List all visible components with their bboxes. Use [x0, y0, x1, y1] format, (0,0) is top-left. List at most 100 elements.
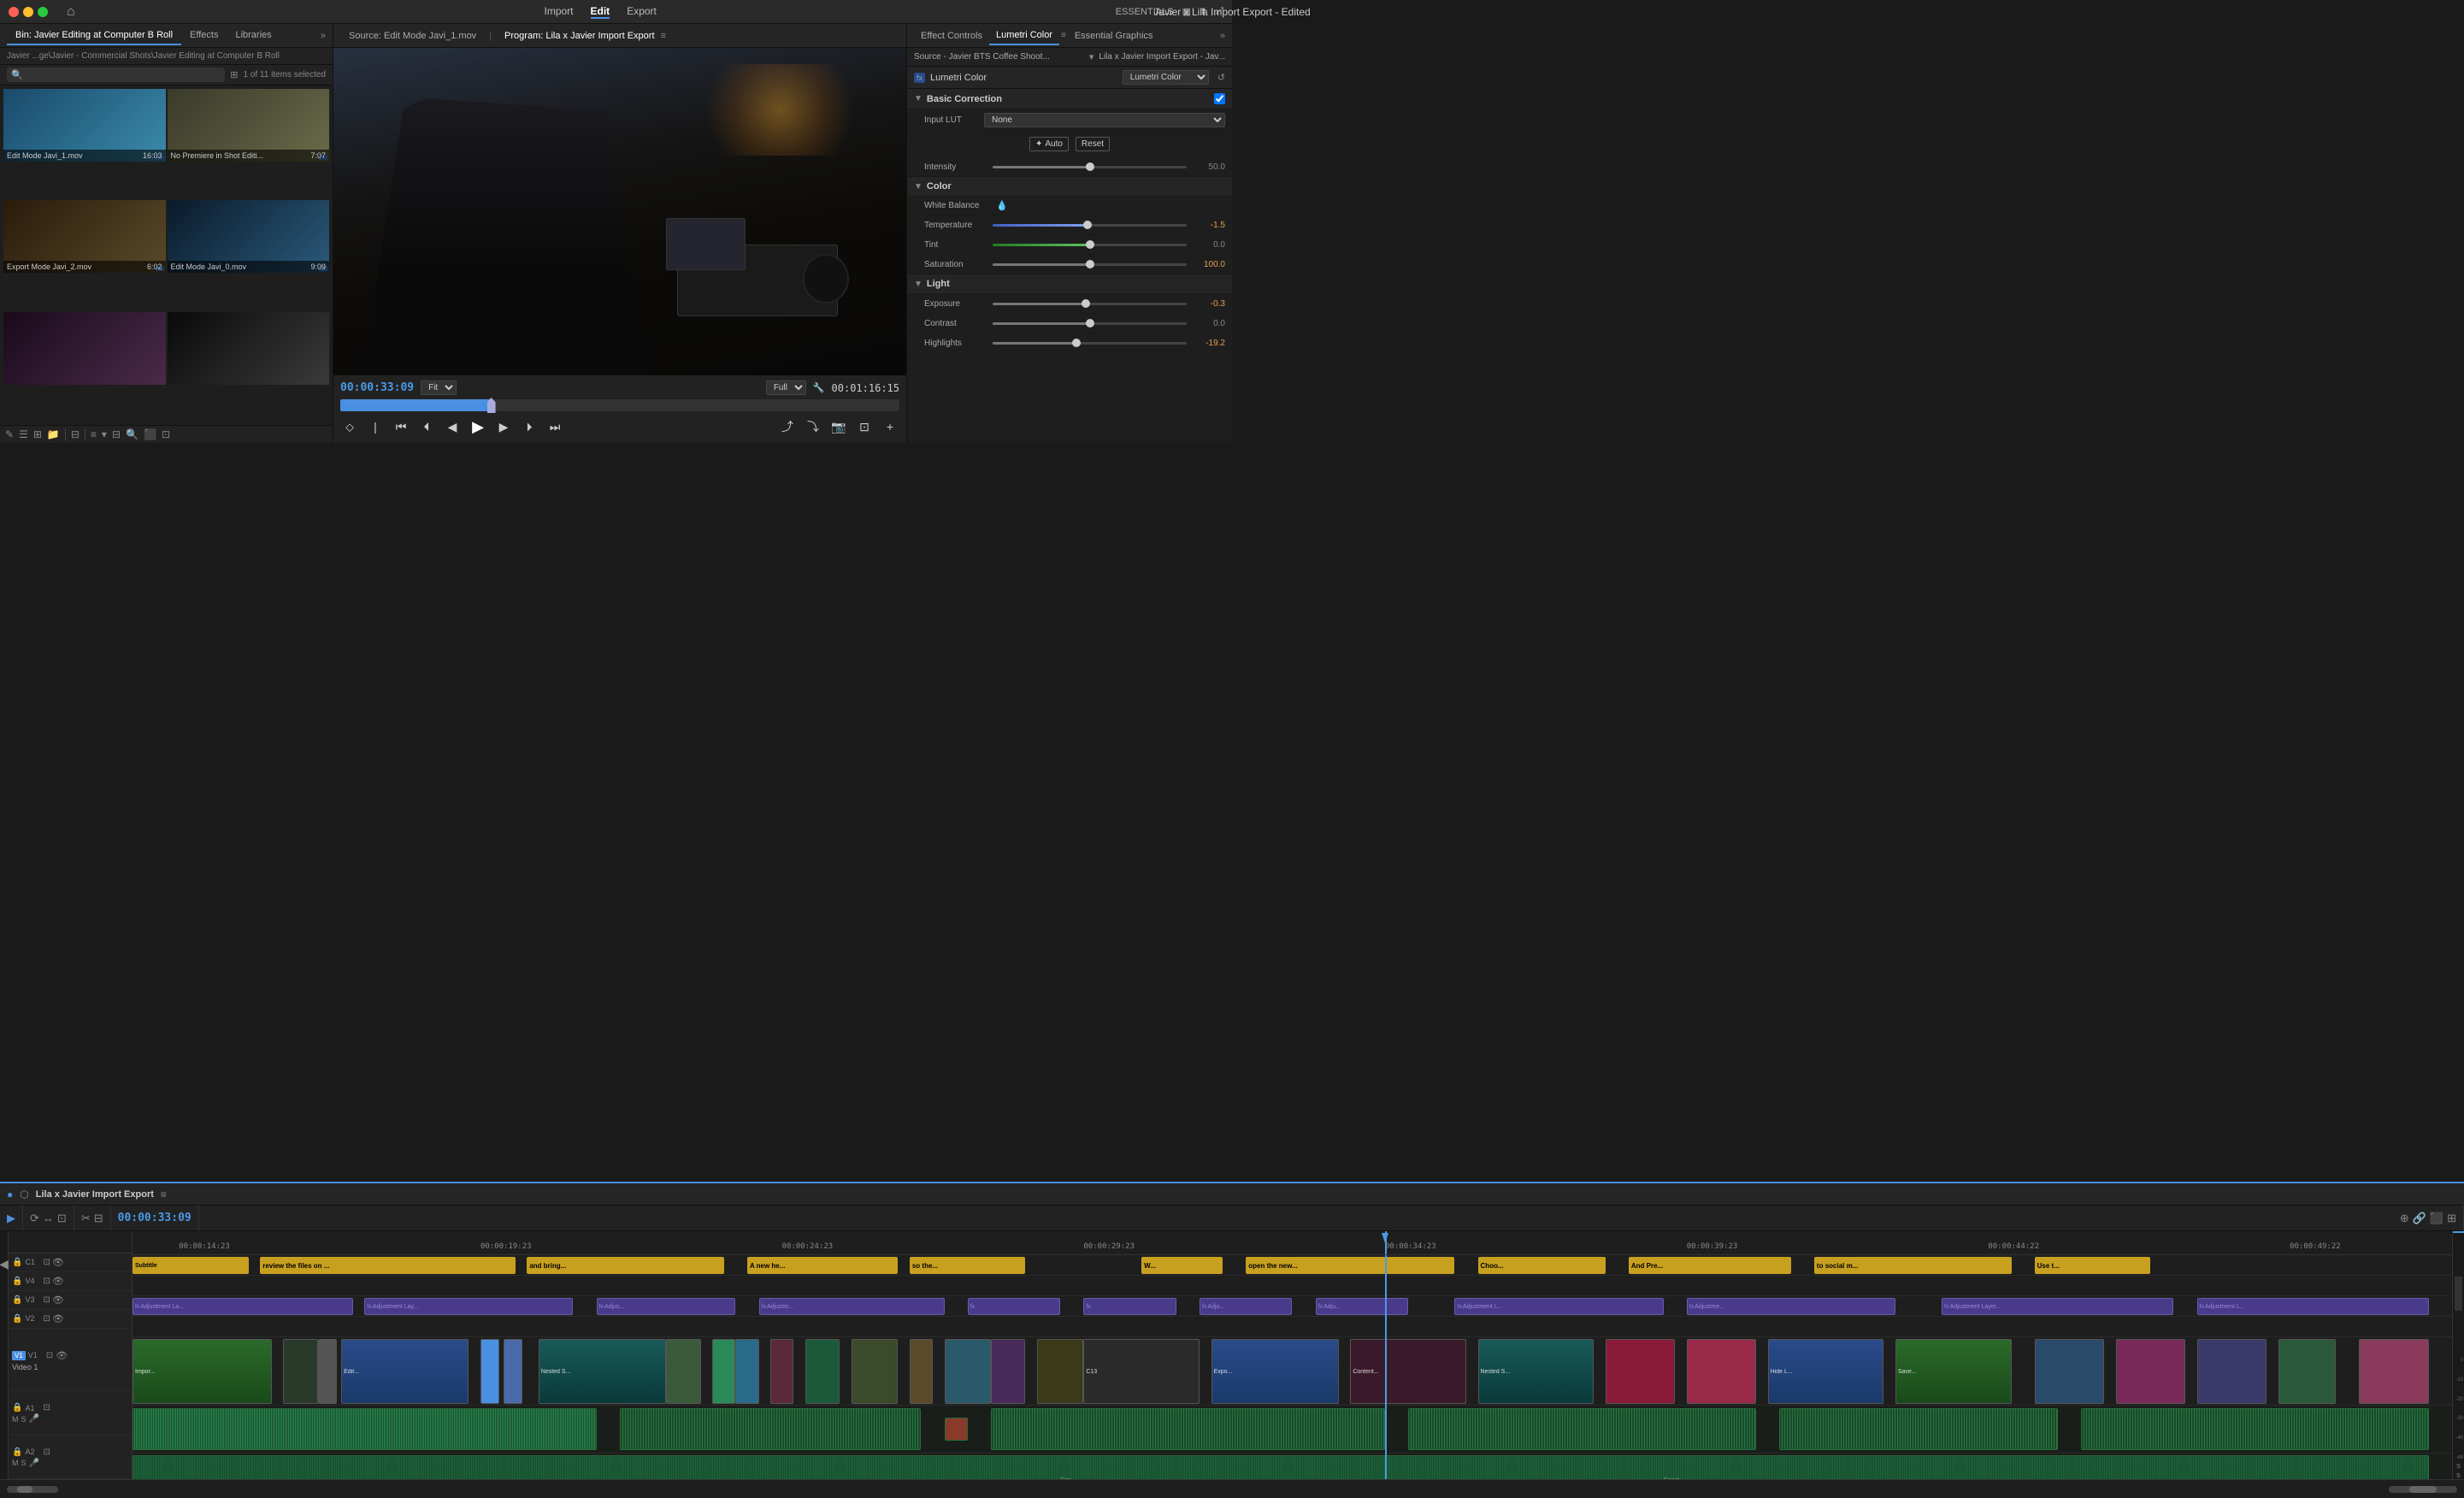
caption-and-pre[interactable]: And Pre...	[1629, 1257, 1791, 1274]
scrub-bar[interactable]	[340, 399, 899, 411]
track-select-tool[interactable]: ↔	[43, 1212, 54, 1224]
contrast-slider[interactable]	[993, 317, 1187, 329]
pencil-icon[interactable]: ✎	[5, 428, 14, 440]
audio-3-fx[interactable]	[945, 1418, 968, 1442]
v4-settings-icon[interactable]: ⊡	[43, 1277, 50, 1286]
program-tab[interactable]: Program: Lila x Javier Import Export ≡	[496, 27, 675, 44]
exposure-slider[interactable]	[993, 298, 1187, 310]
scroll-thumb[interactable]	[2455, 1277, 2462, 1311]
caption-w[interactable]: W...	[1141, 1257, 1223, 1274]
go-start-button[interactable]: ⏮	[392, 417, 410, 436]
source-dropdown-icon[interactable]: ▾	[1089, 51, 1094, 62]
color-section-header[interactable]: ▼ Color	[907, 177, 1232, 197]
vc-pink-1[interactable]	[1606, 1339, 1675, 1404]
lift-button[interactable]: ⤴	[778, 417, 797, 436]
vc-c13[interactable]: C13	[1083, 1339, 1200, 1404]
close-button[interactable]	[9, 7, 19, 17]
vc-small-1[interactable]	[666, 1339, 701, 1404]
step-back-button[interactable]: ⏴	[417, 417, 436, 436]
vc-pink-3[interactable]	[2116, 1339, 2185, 1404]
tab-bin[interactable]: Bin: Javier Editing at Computer B Roll	[7, 27, 181, 45]
wrench-icon[interactable]: 🔧	[813, 382, 825, 393]
a1-settings-icon[interactable]: ⊡	[43, 1403, 50, 1412]
tint-slider[interactable]	[993, 239, 1187, 251]
vc-nested[interactable]: Nested S...	[539, 1339, 666, 1404]
track-c1-lock[interactable]: 🔒	[12, 1258, 22, 1267]
maximize-button[interactable]	[38, 7, 48, 17]
home-button[interactable]: ⌂	[67, 4, 75, 20]
vc-edit[interactable]: Edit...	[341, 1339, 469, 1404]
selection-tool[interactable]: ▶	[7, 1212, 15, 1225]
media-item-4[interactable]: Edit Mode Javi_0.mov 9:09	[168, 200, 330, 310]
caption-social[interactable]: to social m...	[1814, 1257, 2012, 1274]
audio-2[interactable]	[620, 1408, 922, 1451]
caption-open[interactable]: open the new...	[1246, 1257, 1454, 1274]
timeline-scroll[interactable]	[2389, 1486, 2457, 1493]
mark-in-button[interactable]: ⬦	[340, 417, 359, 436]
timeline-close-icon[interactable]: ●	[7, 1188, 13, 1200]
media-item-3[interactable]: Export Mode Javi_2.mov 6:02	[3, 200, 166, 310]
audio-a2-main[interactable]	[133, 1455, 2429, 1479]
sort-expand-icon[interactable]: ▾	[102, 428, 107, 440]
vc-small-3[interactable]	[735, 1339, 758, 1404]
track-v3-lock[interactable]: 🔒	[12, 1295, 22, 1305]
saturation-slider[interactable]	[993, 258, 1187, 270]
link-icon[interactable]: 🔗	[2413, 1212, 2426, 1225]
a1-s-badge[interactable]: S	[21, 1415, 27, 1424]
vc-89[interactable]	[2197, 1339, 2267, 1404]
intensity-slider[interactable]	[993, 161, 1187, 173]
info-icon[interactable]: ⊡	[162, 428, 170, 440]
reset-button[interactable]: Reset	[1076, 137, 1110, 151]
vc-pink-2[interactable]	[1687, 1339, 1756, 1404]
v3-settings-icon[interactable]: ⊡	[43, 1295, 50, 1305]
zoom-scroll[interactable]	[7, 1486, 58, 1493]
auto-button[interactable]: ✦ Auto	[1029, 137, 1069, 151]
media-item-6[interactable]	[168, 312, 330, 422]
marker-icon[interactable]: ⬛	[2430, 1212, 2443, 1225]
adj-7[interactable]: fxAdju...	[1200, 1298, 1293, 1315]
caption-new-he[interactable]: A new he...	[747, 1257, 898, 1274]
eyedropper-icon[interactable]: 💧	[996, 200, 1008, 211]
adj-11[interactable]: fxAdjustment Layer...	[1942, 1298, 2173, 1315]
vc-blue-2[interactable]	[504, 1339, 522, 1404]
view-icon[interactable]: ⊞	[230, 69, 238, 80]
zoom-icon[interactable]: 🔍	[126, 428, 139, 440]
adj-10[interactable]: fxAdjustme...	[1687, 1298, 1895, 1315]
search-box[interactable]: 🔍	[7, 68, 225, 82]
vc-expo[interactable]: Expo...	[1211, 1339, 1339, 1404]
settings-button[interactable]: ⊡	[855, 417, 874, 436]
tab-effect-controls[interactable]: Effect Controls	[914, 27, 989, 44]
audio-6[interactable]	[1779, 1408, 2058, 1451]
caption-subtitle[interactable]: Subtitle	[133, 1257, 249, 1274]
vc-3[interactable]	[318, 1339, 337, 1404]
highlights-slider[interactable]	[993, 337, 1187, 349]
more-button[interactable]: +	[881, 417, 899, 436]
timeline-menu-icon[interactable]: ≡	[161, 1188, 167, 1200]
right-panel-expand[interactable]: »	[1220, 31, 1225, 41]
play-button[interactable]: ▶	[469, 417, 487, 436]
v1-settings-icon[interactable]: ⊡	[46, 1351, 53, 1360]
menu-edit[interactable]: Edit	[591, 5, 610, 19]
frame-forward-button[interactable]: ▶	[494, 417, 513, 436]
a1-m-badge[interactable]: M	[12, 1415, 19, 1424]
vc-blue-1[interactable]	[480, 1339, 499, 1404]
v4-eye-icon[interactable]: 👁	[52, 1276, 64, 1287]
search-input[interactable]	[27, 70, 221, 80]
v2-eye-icon[interactable]: 👁	[52, 1313, 64, 1324]
slip-tool[interactable]: ⊟	[94, 1212, 103, 1225]
menu-import[interactable]: Import	[545, 5, 574, 19]
add-marker-button[interactable]: |	[366, 417, 385, 436]
adj-9[interactable]: fxAdjustment L...	[1454, 1298, 1663, 1315]
quality-select[interactable]: Full	[766, 380, 806, 395]
preview-icon[interactable]: ⬛	[144, 428, 156, 440]
track-a1-lock[interactable]: 🔒	[12, 1403, 22, 1412]
adj-2[interactable]: fxAdjustment Lay...	[364, 1298, 573, 1315]
fx-select[interactable]: Lumetri Color	[1123, 70, 1209, 85]
vc-content[interactable]: Content...	[1350, 1339, 1466, 1404]
v3-eye-icon[interactable]: 👁	[52, 1295, 64, 1306]
folder-icon[interactable]: 📁	[47, 428, 60, 440]
vc-small-7[interactable]	[910, 1339, 933, 1404]
adj-8[interactable]: fxAdju...	[1316, 1298, 1409, 1315]
caption-choo[interactable]: Choo...	[1478, 1257, 1606, 1274]
v2-settings-icon[interactable]: ⊡	[43, 1314, 50, 1324]
